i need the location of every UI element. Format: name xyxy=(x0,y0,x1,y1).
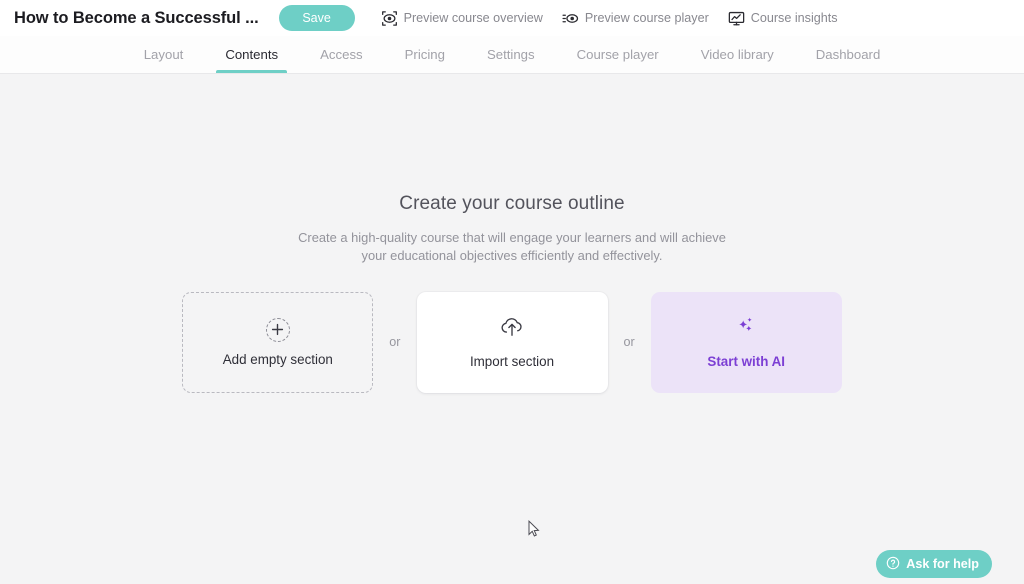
plus-icon xyxy=(265,317,290,342)
ask-for-help-button[interactable]: Ask for help xyxy=(876,550,992,578)
save-button[interactable]: Save xyxy=(278,5,355,31)
page-title: Create your course outline xyxy=(399,193,625,214)
course-outline-empty-state: Create your course outline Create a high… xyxy=(0,193,1024,393)
course-title: How to Become a Successful ... xyxy=(14,8,259,27)
tab-contents[interactable]: Contents xyxy=(204,36,299,73)
tab-settings[interactable]: Settings xyxy=(466,36,556,73)
question-circle-icon xyxy=(886,556,900,573)
import-section-card[interactable]: Import section xyxy=(416,291,608,393)
cloud-upload-icon xyxy=(499,315,525,344)
eye-focus-icon xyxy=(381,10,398,27)
preview-course-overview-action[interactable]: Preview course overview xyxy=(381,10,543,27)
tab-video-library[interactable]: Video library xyxy=(680,36,795,73)
tab-pricing[interactable]: Pricing xyxy=(384,36,466,73)
tab-dashboard[interactable]: Dashboard xyxy=(795,36,902,73)
top-bar: How to Become a Successful ... Save Prev… xyxy=(0,0,1024,36)
tab-course-player[interactable]: Course player xyxy=(556,36,680,73)
tab-layout[interactable]: Layout xyxy=(123,36,205,73)
start-with-ai-label: Start with AI xyxy=(707,354,786,370)
ask-for-help-label: Ask for help xyxy=(906,557,979,571)
course-insights-action[interactable]: Course insights xyxy=(728,10,838,27)
tab-bar: Layout Contents Access Pricing Settings … xyxy=(0,36,1024,74)
start-with-ai-card[interactable]: Start with AI xyxy=(650,291,842,393)
preview-course-overview-label: Preview course overview xyxy=(403,10,543,25)
mouse-cursor xyxy=(528,520,540,538)
add-empty-section-label: Add empty section xyxy=(222,351,333,367)
sparkles-icon xyxy=(733,315,759,344)
import-section-label: Import section xyxy=(469,354,555,370)
separator-or-1: or xyxy=(389,335,401,350)
tab-access[interactable]: Access xyxy=(299,36,384,73)
preview-course-player-label: Preview course player xyxy=(584,10,709,25)
outline-options-row: Add empty section or Import section or S… xyxy=(182,291,842,393)
preview-course-player-action[interactable]: Preview course player xyxy=(562,10,709,27)
monitor-chart-icon xyxy=(728,10,745,27)
add-empty-section-card[interactable]: Add empty section xyxy=(182,291,374,393)
eye-play-icon xyxy=(562,10,579,27)
page-subtitle: Create a high-quality course that will e… xyxy=(298,230,726,263)
main-content-area: Create your course outline Create a high… xyxy=(0,75,1024,584)
course-insights-label: Course insights xyxy=(750,10,838,25)
separator-or-2: or xyxy=(623,335,635,350)
topbar-actions: Preview course overview Preview course p… xyxy=(381,10,838,27)
